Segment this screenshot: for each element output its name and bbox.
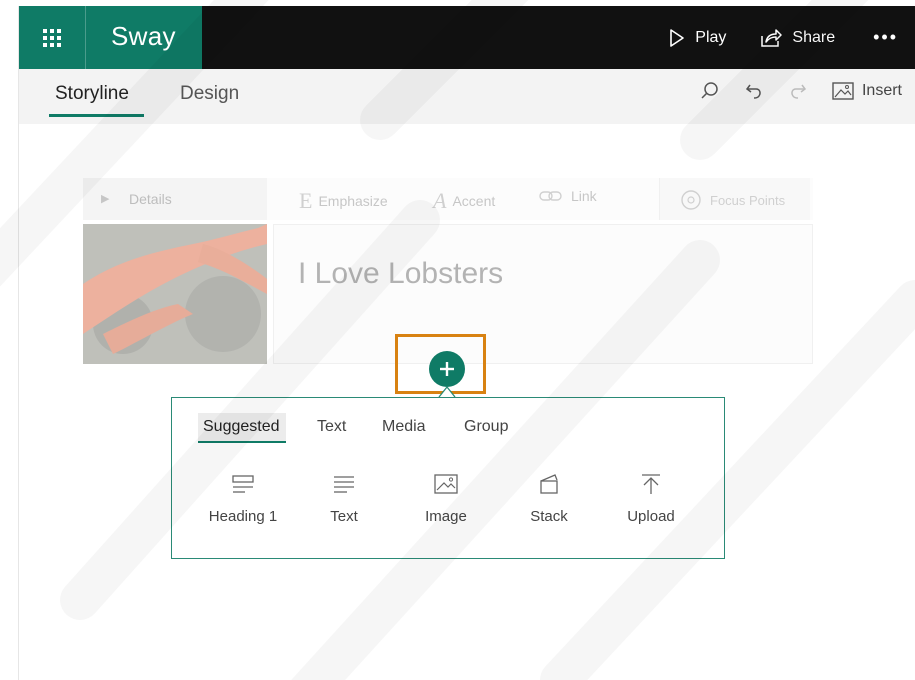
selected-tab-underline — [198, 441, 286, 443]
storyline-toolbar: Insert — [676, 81, 902, 101]
insert-upload-button[interactable]: Upload — [606, 470, 696, 525]
share-label: Share — [792, 28, 836, 46]
tab-bar: Storyline Design Insert — [19, 69, 915, 124]
panel-tab-text[interactable]: Text — [317, 418, 346, 436]
picture-icon — [832, 82, 854, 100]
accent-label: Accent — [452, 193, 496, 209]
app-launcher-button[interactable] — [19, 6, 86, 69]
redo-button[interactable] — [788, 81, 808, 101]
undo-button[interactable] — [744, 81, 764, 101]
emphasize-button[interactable]: E Emphasize — [299, 188, 388, 214]
focus-points-icon — [681, 190, 701, 210]
insert-image-button[interactable]: Image — [401, 470, 491, 525]
insert-label: Insert — [861, 82, 902, 99]
insert-button[interactable]: Insert — [832, 82, 902, 100]
insert-text-button[interactable]: Text — [299, 470, 389, 525]
link-button[interactable]: Link — [539, 188, 597, 204]
brand-area: Sway — [19, 6, 202, 69]
panel-tab-group[interactable]: Group — [464, 418, 508, 436]
heading-1-label: Heading 1 — [208, 508, 278, 525]
focus-points-label: Focus Points — [710, 192, 786, 208]
upload-label: Upload — [627, 508, 675, 525]
stack-label: Stack — [530, 508, 568, 525]
accent-button[interactable]: A Accent — [433, 188, 495, 214]
top-actions: Play Share ••• — [635, 6, 915, 69]
more-options-button[interactable]: ••• — [873, 27, 898, 48]
emphasize-label: Emphasize — [318, 193, 388, 209]
share-icon — [761, 28, 783, 47]
insert-stack-button[interactable]: Stack — [504, 470, 594, 525]
expand-arrow-icon: ▶ — [101, 193, 110, 205]
image-icon — [434, 474, 458, 494]
panel-pointer-icon — [438, 385, 456, 398]
focus-points-button[interactable]: Focus Points — [680, 189, 785, 211]
panel-tab-media[interactable]: Media — [382, 418, 426, 436]
search-icon — [701, 82, 718, 99]
plus-icon — [440, 362, 454, 376]
heading-icon — [232, 475, 254, 493]
card-title[interactable]: I Love Lobsters — [298, 257, 503, 291]
waffle-icon — [43, 28, 61, 47]
active-tab-indicator — [49, 114, 144, 117]
top-bar: Sway Play Share ••• — [19, 6, 915, 69]
text-label: Text — [330, 508, 358, 525]
sway-window: Sway Play Share ••• Storyline Design Ins… — [18, 6, 915, 680]
stack-icon — [540, 474, 558, 494]
emphasize-icon: E — [299, 188, 313, 213]
tab-storyline[interactable]: Storyline — [55, 83, 129, 105]
lobster-photo-placeholder — [83, 224, 267, 364]
panel-tab-suggested[interactable]: Suggested — [203, 418, 280, 436]
accent-icon: A — [433, 188, 447, 213]
app-name: Sway — [111, 21, 176, 51]
search-button[interactable] — [700, 81, 720, 101]
play-label: Play — [695, 28, 727, 46]
redo-icon — [791, 84, 807, 99]
details-label: Details — [129, 191, 172, 207]
link-icon — [539, 191, 562, 201]
lobster-image[interactable] — [83, 224, 267, 364]
upload-icon — [642, 474, 660, 494]
details-toggle[interactable]: ▶ Details — [83, 178, 267, 220]
link-label: Link — [571, 188, 597, 204]
insert-card-panel: Suggested Text Media Group Heading 1 Tex… — [171, 397, 725, 559]
play-button[interactable]: Play — [669, 28, 726, 48]
share-button[interactable]: Share — [760, 28, 835, 48]
card-format-toolbar: ▶ Details E Emphasize A Accent Link Focu… — [83, 178, 813, 220]
tab-design[interactable]: Design — [180, 83, 239, 105]
add-card-button[interactable] — [429, 351, 465, 387]
focus-points-area: Focus Points — [659, 178, 810, 220]
title-text-area[interactable]: I Love Lobsters — [273, 224, 813, 364]
insert-heading-1-button[interactable]: Heading 1 — [198, 470, 288, 525]
undo-icon — [745, 84, 761, 99]
play-icon — [670, 28, 685, 47]
image-label: Image — [425, 508, 467, 525]
text-icon — [334, 476, 354, 493]
